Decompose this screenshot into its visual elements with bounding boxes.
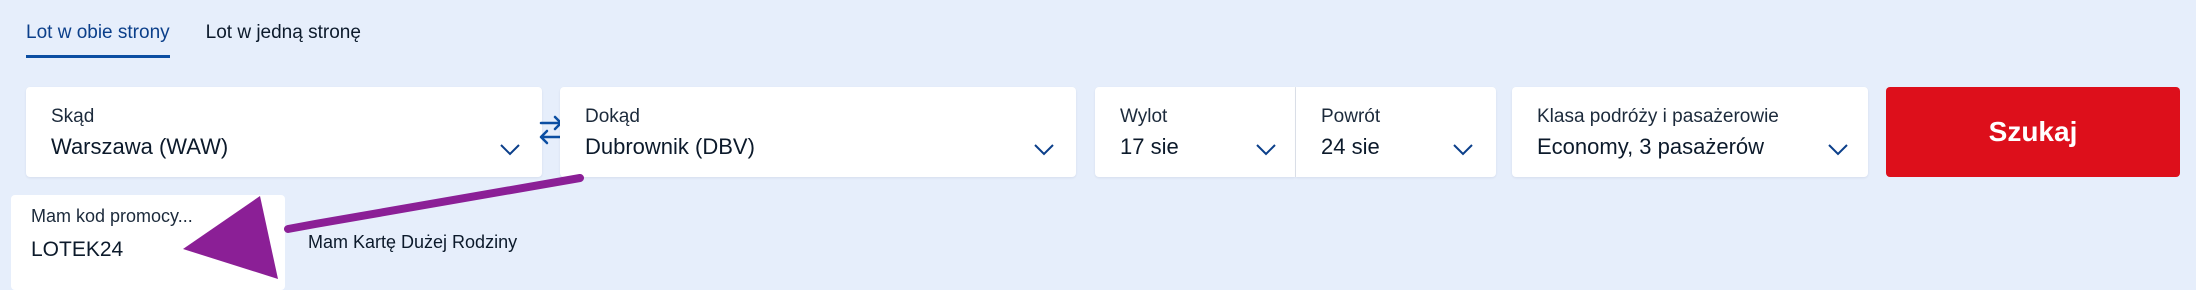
annotation-arrow (183, 174, 584, 279)
